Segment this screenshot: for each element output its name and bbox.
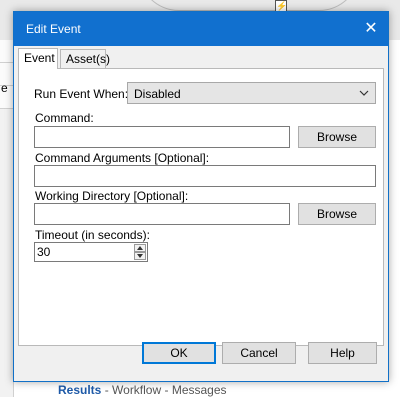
bottom-tab-messages[interactable]: Messages (172, 383, 227, 397)
cancel-button[interactable]: Cancel (222, 342, 296, 364)
bottom-tab-workflow[interactable]: Workflow (112, 383, 161, 397)
ok-button[interactable]: OK (142, 342, 216, 364)
run-event-when-select[interactable]: Disabled (127, 82, 376, 104)
timeout-value: 30 (37, 245, 51, 259)
chevron-down-icon (137, 254, 143, 258)
timeout-label: Timeout (in seconds): (35, 228, 150, 242)
command-browse-button[interactable]: Browse (298, 126, 376, 148)
close-icon[interactable]: ✕ (354, 12, 388, 46)
run-event-when-value: Disabled (134, 87, 181, 101)
timeout-stepper[interactable]: 30 (34, 242, 148, 262)
edit-event-dialog: Edit Event ✕ Event Asset(s) Run Event Wh… (13, 11, 389, 382)
background-left-row (0, 40, 13, 63)
chevron-up-icon (137, 246, 143, 250)
tab-event[interactable]: Event (18, 48, 58, 69)
tab-assets[interactable]: Asset(s) (60, 49, 110, 68)
bottom-tab-results[interactable]: Results (58, 383, 101, 397)
command-arguments-input[interactable] (34, 165, 376, 187)
chevron-down-icon (359, 90, 369, 96)
background-bottom-tabs: Results - Workflow - Messages (58, 383, 227, 397)
command-label: Command: (35, 111, 94, 125)
dialog-title: Edit Event (26, 22, 81, 36)
bottom-tab-separator: - (161, 383, 172, 397)
background-left-label: e (1, 81, 8, 95)
run-event-when-label: Run Event When: (34, 87, 129, 101)
help-button[interactable]: Help (308, 342, 377, 364)
working-directory-browse-button[interactable]: Browse (298, 203, 376, 225)
command-input[interactable] (34, 126, 290, 148)
background-workflow-connector (138, 0, 360, 11)
stepper-down-button[interactable] (134, 252, 146, 260)
bottom-tab-separator: - (101, 383, 113, 397)
stepper-up-button[interactable] (134, 244, 146, 252)
working-directory-label: Working Directory [Optional]: (35, 189, 189, 203)
working-directory-input[interactable] (34, 203, 290, 225)
command-arguments-label: Command Arguments [Optional]: (35, 151, 210, 165)
dialog-titlebar[interactable]: Edit Event ✕ (14, 12, 388, 46)
